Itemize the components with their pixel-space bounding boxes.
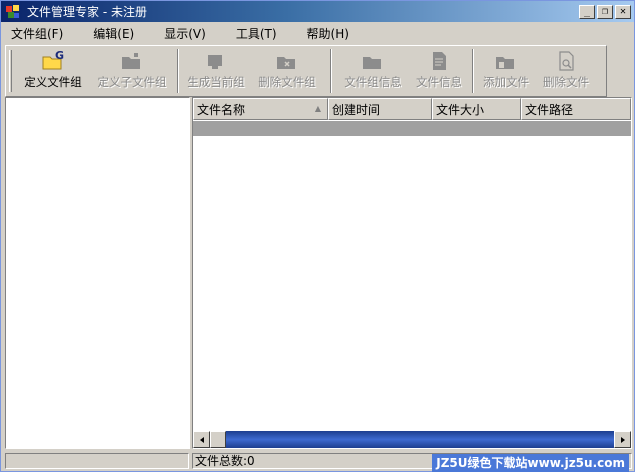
- toolbar-grip[interactable]: [9, 50, 12, 92]
- generate-group-button[interactable]: 生成当前组: [184, 50, 248, 94]
- menu-bar: 文件组(F) 编辑(E) 显示(V) 工具(T) 帮助(H): [1, 22, 634, 44]
- column-header-path[interactable]: 文件路径: [521, 98, 631, 120]
- column-header-created-label: 创建时间: [332, 102, 381, 117]
- column-header-size-label: 文件大小: [436, 102, 485, 117]
- folder-sub-icon: [120, 50, 144, 72]
- delete-file-icon: [554, 50, 578, 72]
- menu-file-group[interactable]: 文件组(F): [7, 23, 67, 44]
- svg-text:G: G: [55, 50, 64, 62]
- define-subgroup-button[interactable]: 定义子文件组: [92, 50, 172, 94]
- toolbar-separator: [330, 49, 332, 93]
- define-group-label: 定义文件组: [24, 75, 82, 89]
- arrow-left-icon: [199, 436, 204, 443]
- minimize-button[interactable]: _: [579, 4, 595, 19]
- menu-view[interactable]: 显示(V): [160, 23, 210, 44]
- column-header-name-label: 文件名称: [197, 102, 246, 117]
- sort-arrow-icon: ▲: [314, 104, 321, 113]
- file-info-label: 文件信息: [416, 75, 462, 89]
- restore-button[interactable]: ❐: [597, 4, 613, 19]
- menu-tools[interactable]: 工具(T): [232, 23, 281, 44]
- toolbar-separator: [177, 49, 179, 93]
- folder-new-icon: G: [41, 50, 65, 72]
- status-total-files: 文件总数:0 JZ5U绿色下载站www.jz5u.com: [192, 453, 632, 472]
- app-icon[interactable]: [5, 4, 21, 20]
- status-pane-left: [5, 453, 189, 469]
- column-header-name[interactable]: 文件名称 ▲: [193, 98, 328, 120]
- window-title: 文件管理专家 - 未注册: [27, 5, 147, 19]
- status-bar: 文件总数:0 JZ5U绿色下载站www.jz5u.com: [1, 451, 634, 472]
- column-header-path-label: 文件路径: [525, 102, 574, 117]
- delete-group-button[interactable]: 删除文件组: [254, 50, 320, 94]
- total-files-label: 文件总数:0: [195, 454, 255, 468]
- list-header: 文件名称 ▲ 创建时间 文件大小 文件路径: [193, 98, 631, 120]
- add-file-label: 添加文件: [483, 75, 529, 89]
- title-bar[interactable]: 文件管理专家 - 未注册 _ ❐ ✕: [1, 1, 634, 22]
- delete-group-label: 删除文件组: [258, 75, 316, 89]
- define-subgroup-label: 定义子文件组: [97, 75, 167, 89]
- add-file-button[interactable]: 添加文件: [478, 50, 534, 94]
- arrow-right-icon: [620, 436, 625, 443]
- delete-folder-icon: [275, 50, 299, 72]
- add-file-icon: [494, 50, 518, 72]
- horizontal-scrollbar[interactable]: [193, 431, 631, 448]
- toolbar: G 定义文件组 定义子文件组 生成当前组 删除文件组 文件组信息 文件信息 添加…: [5, 45, 607, 97]
- generate-icon: [204, 50, 228, 72]
- table-row[interactable]: [193, 121, 631, 136]
- toolbar-separator: [472, 49, 474, 93]
- generate-group-label: 生成当前组: [187, 75, 245, 89]
- group-info-icon: [361, 50, 385, 72]
- scroll-left-button[interactable]: [193, 431, 210, 448]
- file-info-button[interactable]: 文件信息: [411, 50, 467, 94]
- group-info-label: 文件组信息: [344, 75, 402, 89]
- scroll-right-button[interactable]: [614, 431, 631, 448]
- delete-file-label: 删除文件: [543, 75, 589, 89]
- watermark-badge: JZ5U绿色下载站www.jz5u.com: [432, 454, 629, 472]
- define-group-button[interactable]: G 定义文件组: [18, 50, 88, 94]
- column-header-size[interactable]: 文件大小: [432, 98, 521, 120]
- close-button[interactable]: ✕: [615, 4, 631, 19]
- scroll-track[interactable]: [226, 431, 614, 448]
- scroll-thumb[interactable]: [210, 431, 226, 448]
- menu-help[interactable]: 帮助(H): [303, 23, 353, 44]
- menu-edit[interactable]: 编辑(E): [89, 23, 138, 44]
- group-info-button[interactable]: 文件组信息: [340, 50, 406, 94]
- column-header-created[interactable]: 创建时间: [328, 98, 432, 120]
- main-window: 文件管理专家 - 未注册 _ ❐ ✕ 文件组(F) 编辑(E) 显示(V) 工具…: [0, 0, 635, 472]
- delete-file-button[interactable]: 删除文件: [538, 50, 594, 94]
- file-group-tree[interactable]: [5, 97, 190, 449]
- file-list[interactable]: 文件名称 ▲ 创建时间 文件大小 文件路径: [192, 97, 632, 449]
- file-info-icon: [427, 50, 451, 72]
